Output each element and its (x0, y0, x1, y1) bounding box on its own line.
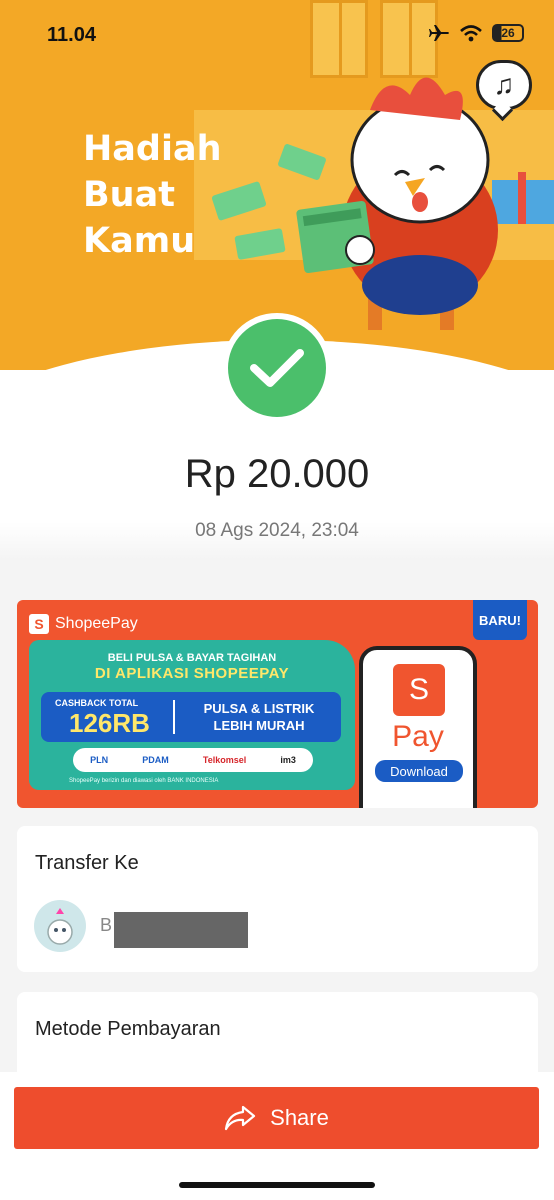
recipient-name: B (100, 915, 113, 935)
success-badge (222, 313, 332, 423)
offer-text: PULSA & LISTRIK LEBIH MURAH (181, 700, 337, 734)
partner-pdam: PDAM (142, 755, 169, 765)
divider (173, 700, 175, 734)
hero-title-line: Buat (83, 175, 175, 215)
checkmark-icon (250, 349, 304, 387)
promo-headline: BELI PULSA & BAYAR TAGIHAN DI APLIKASI S… (29, 650, 355, 682)
music-note-icon[interactable]: ♫ (476, 60, 532, 110)
offer-line: LEBIH MURAH (213, 718, 305, 733)
partner-logos: PLN PDAM Telkomsel im3 (73, 748, 313, 772)
share-icon (225, 1105, 256, 1131)
promo-brand-label: ShopeePay (55, 615, 138, 632)
shopee-bag-icon: S (29, 614, 49, 634)
airplane-icon (429, 25, 449, 41)
partner-telkomsel: Telkomsel (202, 755, 247, 765)
promo-panel: BELI PULSA & BAYAR TAGIHAN DI APLIKASI S… (29, 640, 355, 790)
pay-label: Pay (392, 720, 444, 753)
wifi-icon (460, 24, 482, 41)
share-button[interactable]: Share (14, 1087, 539, 1149)
cashback-value: 126RB (69, 708, 150, 738)
battery-level: 26 (501, 26, 515, 40)
cashback-label: CASHBACK TOTAL (55, 698, 139, 708)
new-badge: BARU! (473, 600, 527, 640)
promo-headline-line: BELI PULSA & BAYAR TAGIHAN (107, 652, 277, 664)
phone-illustration: S Pay Download (359, 646, 477, 808)
partner-pln: PLN (90, 755, 109, 765)
partner-im3: im3 (280, 755, 296, 765)
home-indicator (179, 1182, 375, 1188)
clock: 11.04 (47, 24, 96, 46)
check-icon (228, 319, 326, 417)
status-icons: 26 (428, 24, 524, 42)
transfer-card: Transfer Ke B (17, 826, 538, 972)
offer-line: PULSA & LISTRIK (203, 701, 315, 716)
promo-footnote: ShopeePay berizin dan diawasi oleh BANK … (69, 778, 219, 784)
promo-brand: S ShopeePay (29, 614, 138, 634)
bottom-action-bar: Share (0, 1072, 554, 1200)
battery-icon: 26 (492, 24, 524, 42)
hero-title-line: Kamu (83, 221, 196, 261)
recipient-avatar-icon (47, 908, 73, 945)
hero-title: Hadiah Buat Kamu (83, 126, 263, 264)
transfer-title: Transfer Ke (35, 852, 139, 874)
download-button[interactable]: Download (375, 760, 463, 782)
avatar[interactable] (34, 900, 86, 952)
payment-amount: Rp 20.000 (184, 452, 370, 496)
hero-title-line: Hadiah (83, 129, 222, 169)
status-bar: 11.04 26 (0, 0, 554, 70)
shopeepay-promo-banner[interactable]: S ShopeePay BELI PULSA & BAYAR TAGIHAN D… (17, 600, 538, 808)
payment-datetime: 08 Ags 2024, 23:04 (195, 520, 359, 541)
payment-method-title: Metode Pembayaran (35, 1018, 221, 1040)
shopeepay-logo-icon: S (393, 664, 445, 716)
cashback-box: CASHBACK TOTAL 126RB PULSA & LISTRIK LEB… (41, 692, 341, 742)
promo-headline-line: DI APLIKASI SHOPEEPAY (94, 665, 290, 682)
redacted-name (114, 912, 248, 948)
share-label: Share (270, 1105, 329, 1130)
